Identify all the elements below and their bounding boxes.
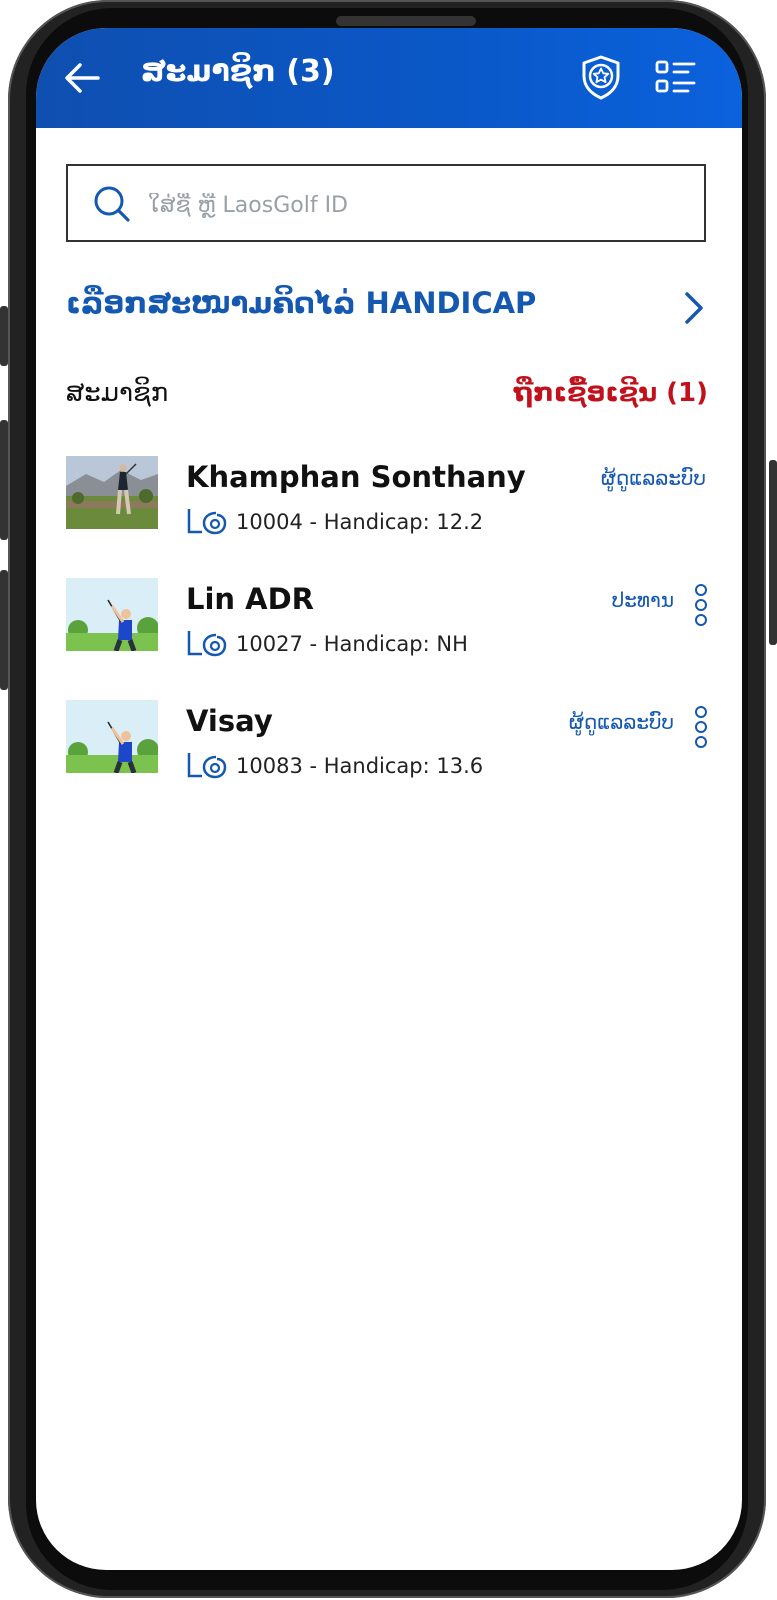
- member-role: ຜູ້ດູແລລະບົບ: [600, 466, 706, 490]
- menu-button[interactable]: [650, 52, 700, 102]
- more-options-button[interactable]: [694, 706, 708, 748]
- laosgolf-logo-icon: [187, 753, 227, 779]
- more-vertical-icon: [694, 706, 708, 748]
- list-icon: [655, 60, 696, 93]
- chevron-right-icon: [685, 292, 703, 324]
- power-button: [769, 460, 777, 645]
- member-avatar: [66, 456, 158, 529]
- search-input[interactable]: [146, 180, 690, 230]
- member-info: 10004 - Handicap: 12.2: [236, 510, 484, 534]
- member-name: Visay: [186, 704, 273, 738]
- side-button: [0, 306, 8, 366]
- badge-button[interactable]: [576, 52, 626, 102]
- speaker-notch: [336, 16, 476, 26]
- side-button: [0, 570, 8, 690]
- search-box[interactable]: [66, 164, 706, 242]
- member-info: 10027 - Handicap: NH: [236, 632, 468, 656]
- search-icon: [94, 186, 130, 222]
- member-info: 10083 - Handicap: 13.6: [236, 754, 484, 778]
- member-name: Khamphan Sonthany: [186, 460, 526, 494]
- side-button: [0, 420, 8, 540]
- shield-star-icon: [582, 55, 620, 100]
- member-avatar: [66, 578, 158, 651]
- more-options-button[interactable]: [694, 584, 708, 626]
- member-name: Lin ADR: [186, 582, 315, 616]
- laosgolf-logo-icon: [187, 509, 227, 535]
- laosgolf-logo-icon: [187, 631, 227, 657]
- members-heading: ສະມາຊິກ: [66, 378, 169, 408]
- member-avatar: [66, 700, 158, 773]
- member-role: ປະທານ: [611, 588, 674, 612]
- member-row[interactable]: Visay 10083 - Handicap: 13.6 ຜູ້ດູແລລະບົ…: [66, 700, 708, 790]
- member-row[interactable]: Lin ADR 10027 - Handicap: NH ປະທານ: [66, 578, 708, 668]
- page-title: ສະມາຊິກ (3): [141, 54, 335, 89]
- member-row[interactable]: Khamphan Sonthany 10004 - Handicap: 12.2…: [66, 456, 708, 546]
- back-button[interactable]: [62, 58, 102, 98]
- more-vertical-icon: [694, 584, 708, 626]
- member-role: ຜູ້ດູແລລະບົບ: [568, 710, 674, 734]
- arrow-left-icon: [65, 63, 100, 93]
- app-header: ສະມາຊິກ (3): [36, 28, 742, 128]
- handicap-course-selector[interactable]: ເລືອກສະໜາມຄິດໄລ່ HANDICAP: [66, 284, 708, 330]
- handicap-select-label: ເລືອກສະໜາມຄິດໄລ່ HANDICAP: [66, 286, 537, 320]
- invited-link[interactable]: ຖືກເຊື້ອເຊີນ (1): [514, 378, 708, 408]
- app-screen: ສະມາຊິກ (3) ເລືອກສະໜາມຄິດໄລ່ HANDICAP: [36, 28, 742, 1570]
